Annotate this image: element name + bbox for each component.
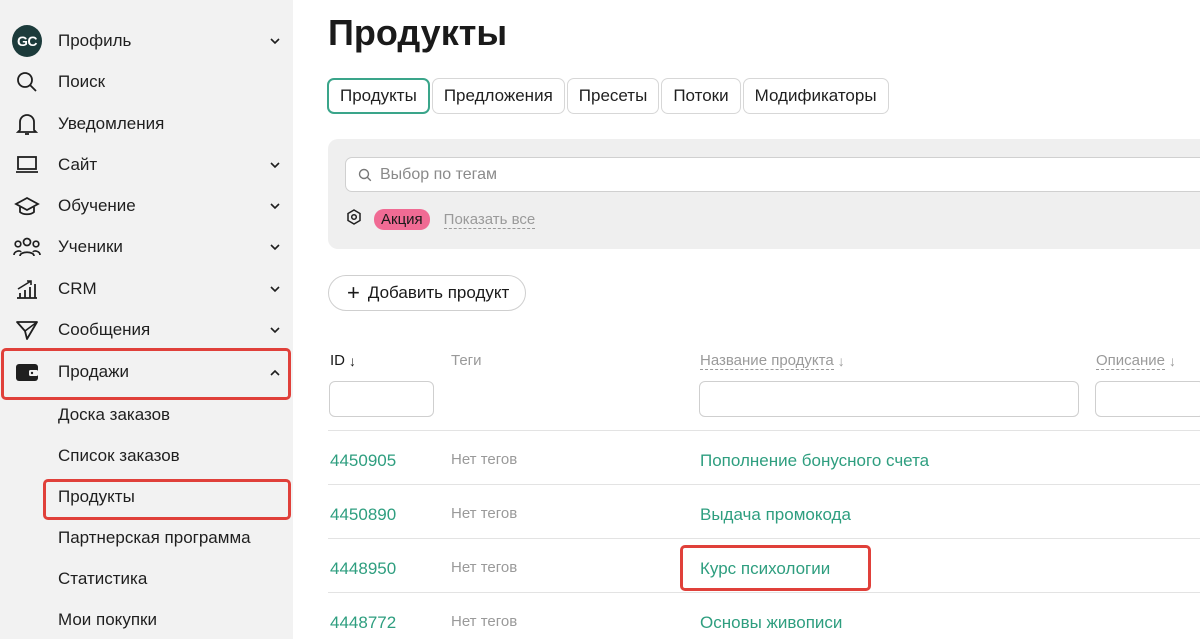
filter-name-input[interactable]	[699, 381, 1079, 417]
sort-arrow-down-icon: ↓	[837, 353, 845, 369]
sidebar-item-label: Сообщения	[58, 320, 151, 339]
sidebar-subitem-partner-program[interactable]: Партнерская программа	[58, 523, 251, 553]
bell-icon	[12, 109, 42, 139]
sidebar-item-site[interactable]: Сайт	[0, 145, 293, 185]
users-icon	[12, 232, 42, 262]
sidebar-item-crm[interactable]: CRM	[0, 269, 293, 309]
tags-row: Акция Показать все	[346, 209, 536, 230]
sidebar-item-sales[interactable]: Продажи	[0, 352, 293, 392]
tab-presets[interactable]: Пресеты	[566, 78, 660, 114]
tag-settings-icon[interactable]	[346, 209, 362, 230]
sidebar-subitem-order-list[interactable]: Список заказов	[58, 441, 180, 471]
tab-modifiers[interactable]: Модификаторы	[742, 78, 889, 114]
chevron-down-icon	[268, 323, 282, 337]
sort-arrow-down-icon: ↓	[1169, 353, 1177, 369]
chevron-down-icon	[268, 199, 282, 213]
tag-pill-promo[interactable]: Акция	[374, 209, 430, 230]
sidebar-item-notifications[interactable]: Уведомления	[0, 104, 293, 144]
sidebar-item-label: Продажи	[58, 362, 129, 381]
sidebar-item-messages[interactable]: Сообщения	[0, 310, 293, 350]
table-row[interactable]: 4448950 Нет тегов Курс психологии	[328, 538, 1200, 592]
product-tags: Нет тегов	[451, 451, 518, 468]
chevron-up-icon	[268, 365, 282, 379]
chevron-down-icon	[268, 34, 282, 48]
sidebar-item-label: Уведомления	[58, 114, 165, 133]
sidebar-item-profile[interactable]: GC Профиль	[0, 21, 293, 61]
column-header-label: ID	[330, 352, 345, 369]
product-tags: Нет тегов	[451, 613, 518, 630]
chevron-down-icon	[268, 282, 282, 296]
tag-filter-panel: Акция Показать все	[328, 139, 1200, 249]
show-all-tags-link[interactable]: Показать все	[443, 211, 536, 229]
tab-bar: Продукты Предложения Пресеты Потоки Моди…	[327, 78, 891, 114]
table-row[interactable]: 4450905 Нет тегов Пополнение бонусного с…	[328, 430, 1200, 484]
product-name-link[interactable]: Пополнение бонусного счета	[700, 451, 929, 471]
laptop-icon	[12, 150, 42, 180]
sidebar-item-label: Обучение	[58, 196, 136, 215]
sidebar-item-students[interactable]: Ученики	[0, 227, 293, 267]
column-header-label: Название продукта	[700, 352, 834, 370]
sidebar: GC Профиль Поиск Уведомления Сайт Обучен…	[0, 0, 293, 639]
sidebar-item-label: CRM	[58, 279, 97, 298]
page-title: Продукты	[328, 12, 508, 53]
column-header-label: Описание	[1096, 352, 1166, 370]
product-id-link[interactable]: 4448772	[330, 613, 396, 633]
sidebar-item-label: Профиль	[58, 31, 132, 50]
tag-search-field[interactable]	[345, 157, 1200, 192]
column-header-name[interactable]: Название продукта ↓	[700, 352, 845, 370]
sidebar-item-search[interactable]: Поиск	[0, 62, 293, 102]
product-name-link[interactable]: Выдача промокода	[700, 505, 851, 525]
chevron-down-icon	[268, 240, 282, 254]
table-row[interactable]: 4448772 Нет тегов Основы живописи	[328, 592, 1200, 639]
tag-search-input[interactable]	[380, 158, 880, 191]
sidebar-item-label: Сайт	[58, 155, 98, 174]
sidebar-item-label: Ученики	[58, 237, 123, 256]
filter-description-input[interactable]	[1095, 381, 1200, 417]
search-icon	[12, 67, 42, 97]
product-id-link[interactable]: 4450905	[330, 451, 396, 471]
chart-icon	[12, 274, 42, 304]
table-row[interactable]: 4450890 Нет тегов Выдача промокода	[328, 484, 1200, 538]
product-tags: Нет тегов	[451, 505, 518, 522]
send-icon	[12, 315, 42, 345]
column-header-description[interactable]: Описание ↓	[1096, 352, 1176, 370]
product-id-link[interactable]: 4450890	[330, 505, 396, 525]
wallet-icon	[12, 357, 42, 387]
product-name-link[interactable]: Курс психологии	[700, 559, 830, 579]
add-product-label: Добавить продукт	[367, 283, 510, 302]
logo-avatar: GC	[12, 25, 42, 57]
tab-streams[interactable]: Потоки	[661, 78, 741, 114]
search-icon	[358, 168, 372, 187]
sidebar-subitem-my-purchases[interactable]: Мои покупки	[58, 605, 157, 635]
graduation-cap-icon	[12, 191, 42, 221]
product-tags: Нет тегов	[451, 559, 518, 576]
column-header-id[interactable]: ID ↓	[330, 352, 356, 369]
column-header-tags: Теги	[451, 352, 482, 369]
plus-icon: +	[347, 280, 360, 305]
sidebar-item-label: Поиск	[58, 72, 106, 91]
filter-id-input[interactable]	[329, 381, 434, 417]
tab-products[interactable]: Продукты	[327, 78, 430, 114]
column-header-label: Теги	[451, 352, 482, 369]
add-product-button[interactable]: + Добавить продукт	[328, 275, 527, 311]
chevron-down-icon	[268, 158, 282, 172]
sidebar-subitem-products[interactable]: Продукты	[58, 482, 135, 512]
product-name-link[interactable]: Основы живописи	[700, 613, 842, 633]
sort-arrow-down-icon: ↓	[349, 352, 356, 369]
product-id-link[interactable]: 4448950	[330, 559, 396, 579]
tab-offers[interactable]: Предложения	[431, 78, 565, 114]
sidebar-subitem-statistics[interactable]: Статистика	[58, 564, 147, 594]
sidebar-item-education[interactable]: Обучение	[0, 186, 293, 226]
sidebar-subitem-order-board[interactable]: Доска заказов	[58, 400, 170, 430]
